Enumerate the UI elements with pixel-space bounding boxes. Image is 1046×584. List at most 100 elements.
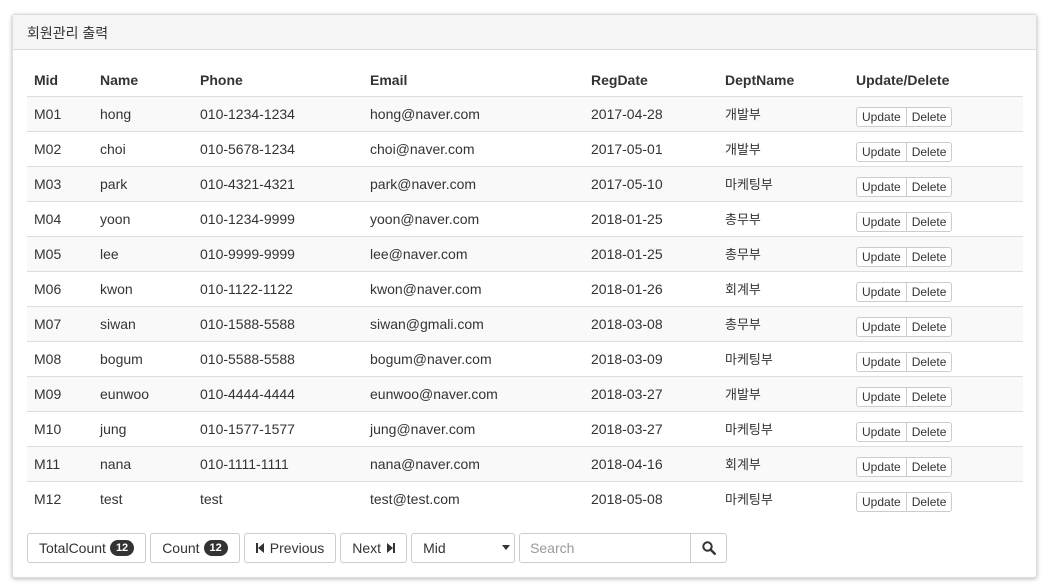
- cell-mid: M06: [27, 270, 93, 306]
- delete-button[interactable]: Delete: [906, 352, 953, 372]
- cell-phone: 010-1577-1577: [193, 410, 363, 446]
- update-button[interactable]: Update: [856, 282, 907, 302]
- cell-name: test: [93, 480, 193, 516]
- cell-regdate: 2018-04-16: [584, 445, 718, 481]
- previous-label: Previous: [269, 539, 325, 556]
- next-button[interactable]: Next: [340, 532, 408, 563]
- header-email: Email: [363, 60, 584, 97]
- cell-phone: 010-1111-1111: [193, 445, 363, 481]
- cell-email: test@test.com: [363, 480, 584, 516]
- table-row: M03 park 010-4321-4321 park@naver.com 2017-0…: [27, 165, 1023, 201]
- cell-deptname: 개발부: [718, 130, 849, 166]
- cell-email: eunwoo@naver.com: [363, 375, 584, 411]
- previous-button[interactable]: Previous: [243, 532, 337, 563]
- table-row: M04 yoon 010-1234-9999 yoon@naver.com 2018-0…: [27, 200, 1023, 236]
- cell-mid: M11: [27, 445, 93, 481]
- action-button-group: Update Delete: [856, 352, 953, 372]
- cell-actions: Update Delete: [849, 445, 1023, 481]
- cell-mid: M10: [27, 410, 93, 446]
- cell-mid: M12: [27, 480, 93, 516]
- count-button[interactable]: Count 12: [150, 532, 240, 563]
- cell-actions: Update Delete: [849, 96, 1023, 131]
- cell-regdate: 2017-05-10: [584, 165, 718, 201]
- cell-mid: M07: [27, 305, 93, 341]
- update-button[interactable]: Update: [856, 387, 907, 407]
- update-button[interactable]: Update: [856, 492, 907, 513]
- delete-button[interactable]: Delete: [906, 142, 953, 162]
- cell-phone: 010-1122-1122: [193, 270, 363, 306]
- search-button[interactable]: [691, 532, 728, 563]
- table-row: M08 bogum 010-5588-5588 bogum@naver.com 2018…: [27, 340, 1023, 376]
- delete-button[interactable]: Delete: [906, 212, 953, 232]
- cell-deptname: 마케팅부: [718, 340, 849, 376]
- cell-regdate: 2018-05-08: [584, 480, 718, 516]
- header-phone: Phone: [193, 60, 363, 97]
- delete-button[interactable]: Delete: [906, 177, 953, 197]
- delete-button[interactable]: Delete: [906, 387, 953, 407]
- cell-actions: Update Delete: [849, 340, 1023, 376]
- cell-email: park@naver.com: [363, 165, 584, 201]
- cell-deptname: 마케팅부: [718, 410, 849, 446]
- table-row: M12 test test test@test.com 2018-05-08 마케팅부 Up…: [27, 480, 1023, 516]
- delete-button[interactable]: Delete: [906, 492, 953, 513]
- search-group: [519, 532, 728, 563]
- count-label: Count: [162, 539, 200, 556]
- update-button[interactable]: Update: [856, 422, 907, 442]
- action-button-group: Update Delete: [856, 177, 953, 197]
- cell-name: yoon: [93, 200, 193, 236]
- cell-name: nana: [93, 445, 193, 481]
- member-table: Mid Name Phone Email RegDate DeptName Up…: [27, 60, 1023, 516]
- action-button-group: Update Delete: [856, 142, 953, 162]
- update-button[interactable]: Update: [856, 142, 907, 162]
- table-row: M09 eunwoo 010-4444-4444 eunwoo@naver.com 20…: [27, 375, 1023, 411]
- delete-button[interactable]: Delete: [906, 282, 953, 302]
- update-button[interactable]: Update: [856, 107, 907, 127]
- total-count-badge: 12: [109, 539, 135, 556]
- cell-mid: M03: [27, 165, 93, 201]
- cell-actions: Update Delete: [849, 480, 1023, 516]
- cell-name: choi: [93, 130, 193, 166]
- cell-email: choi@naver.com: [363, 130, 584, 166]
- delete-button[interactable]: Delete: [906, 107, 953, 127]
- table-row: M10 jung 010-1577-1577 jung@naver.com 2018-0…: [27, 410, 1023, 446]
- cell-email: kwon@naver.com: [363, 270, 584, 306]
- cell-name: hong: [93, 96, 193, 131]
- total-count-button[interactable]: TotalCount 12: [27, 532, 147, 563]
- cell-deptname: 총무부: [718, 200, 849, 236]
- delete-button[interactable]: Delete: [906, 317, 953, 337]
- cell-actions: Update Delete: [849, 375, 1023, 411]
- action-button-group: Update Delete: [856, 387, 953, 407]
- update-button[interactable]: Update: [856, 457, 907, 477]
- cell-phone: 010-1588-5588: [193, 305, 363, 341]
- cell-email: hong@naver.com: [363, 96, 584, 131]
- cell-phone: 010-9999-9999: [193, 235, 363, 271]
- cell-regdate: 2018-01-26: [584, 270, 718, 306]
- cell-deptname: 개발부: [718, 96, 849, 131]
- update-button[interactable]: Update: [856, 212, 907, 232]
- delete-button[interactable]: Delete: [906, 247, 953, 267]
- delete-button[interactable]: Delete: [906, 422, 953, 442]
- cell-name: lee: [93, 235, 193, 271]
- header-name: Name: [93, 60, 193, 97]
- action-button-group: Update Delete: [856, 247, 953, 267]
- cell-mid: M08: [27, 340, 93, 376]
- table-row: M02 choi 010-5678-1234 choi@naver.com 2017-0…: [27, 130, 1023, 166]
- panel-title: 회원관리 출력: [13, 15, 1036, 50]
- update-button[interactable]: Update: [856, 317, 907, 337]
- table-row: M01 hong 010-1234-1234 hong@naver.com 2017-0…: [27, 96, 1023, 131]
- search-input[interactable]: [519, 532, 692, 563]
- table-row: M11 nana 010-1111-1111 nana@naver.com 2018-0…: [27, 445, 1023, 481]
- search-field-select-value: Mid: [423, 539, 446, 556]
- search-field-select[interactable]: Mid: [411, 532, 516, 563]
- cell-email: siwan@gmali.com: [363, 305, 584, 341]
- cell-name: kwon: [93, 270, 193, 306]
- cell-actions: Update Delete: [849, 270, 1023, 306]
- update-button[interactable]: Update: [856, 352, 907, 372]
- cell-mid: M02: [27, 130, 93, 166]
- cell-phone: 010-5588-5588: [193, 340, 363, 376]
- update-button[interactable]: Update: [856, 177, 907, 197]
- update-button[interactable]: Update: [856, 247, 907, 267]
- delete-button[interactable]: Delete: [906, 457, 953, 477]
- step-forward-icon: [387, 542, 396, 553]
- action-button-group: Update Delete: [856, 457, 953, 477]
